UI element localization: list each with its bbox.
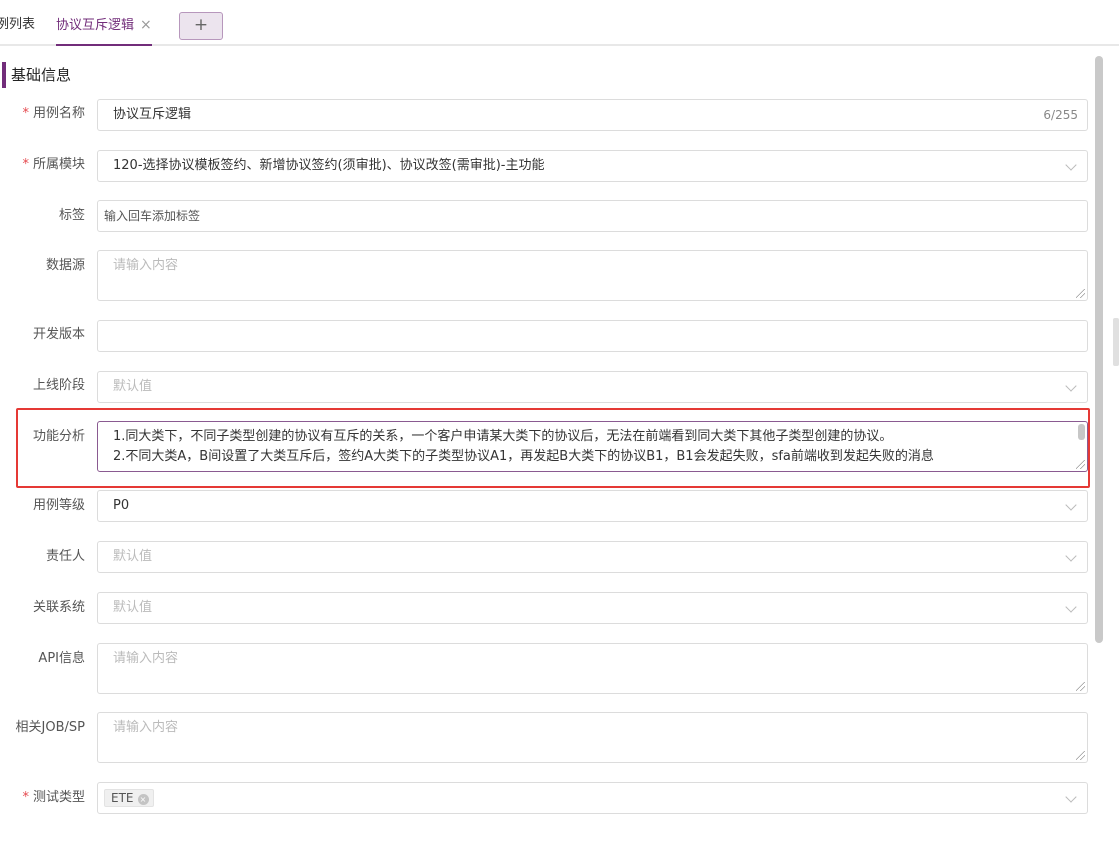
required-mark: * xyxy=(22,790,29,805)
systems-placeholder: 默认值 xyxy=(113,600,153,615)
job-label: 相关JOB/SP xyxy=(15,720,85,735)
stage-placeholder: 默认值 xyxy=(113,379,153,394)
api-label: API信息 xyxy=(38,651,85,666)
owner-placeholder: 默认值 xyxy=(113,549,153,564)
side-panel-handle[interactable] xyxy=(1113,318,1119,366)
api-textarea[interactable]: 请输入内容 xyxy=(97,643,1088,694)
resize-handle-icon[interactable] xyxy=(1076,289,1085,298)
char-counter: 6/255 xyxy=(1043,108,1078,122)
case-name-value: 协议互斥逻辑 xyxy=(113,107,192,122)
datasource-label: 数据源 xyxy=(45,258,85,273)
systems-select[interactable]: 默认值 xyxy=(97,592,1088,624)
resize-handle-icon[interactable] xyxy=(1076,682,1085,691)
owner-label: 责任人 xyxy=(45,549,85,564)
analysis-textarea[interactable]: 1.同大类下，不同子类型创建的协议有互斥的关系，一个客户申请某大类下的协议后，无… xyxy=(97,421,1088,472)
tab-label: 协议互斥逻辑 xyxy=(56,18,135,33)
section-title: 基础信息 xyxy=(11,66,72,84)
chevron-down-icon xyxy=(1065,499,1077,511)
name-label: * 用例名称 xyxy=(22,106,85,121)
datasource-textarea[interactable]: 请输入内容 xyxy=(97,250,1088,301)
page-scrollbar[interactable] xyxy=(1095,56,1103,643)
close-icon[interactable]: × xyxy=(140,17,152,33)
level-select[interactable]: P0 xyxy=(97,490,1088,522)
systems-label: 关联系统 xyxy=(32,600,85,615)
analysis-line: 2.不同大类A，B间设置了大类互斥后，签约A大类下的子类型协议A1，再发起B大类… xyxy=(113,449,934,464)
tags-input[interactable]: 输入回车添加标签 xyxy=(97,200,1088,232)
job-placeholder: 请输入内容 xyxy=(113,720,179,735)
required-mark: * xyxy=(22,106,29,121)
textarea-scrollbar[interactable] xyxy=(1078,424,1085,440)
add-tab-button[interactable]: + xyxy=(179,12,223,40)
test-type-chip: ETE × xyxy=(104,789,154,807)
tab-bar: 例列表 协议互斥逻辑 × + xyxy=(0,0,1119,46)
chevron-down-icon xyxy=(1065,601,1077,613)
tab-label: 例列表 xyxy=(0,17,36,32)
section-accent-bar xyxy=(2,62,6,88)
tags-placeholder: 输入回车添加标签 xyxy=(104,209,201,223)
resize-handle-icon[interactable] xyxy=(1076,751,1085,760)
analysis-line: 1.同大类下，不同子类型创建的协议有互斥的关系，一个客户申请某大类下的协议后，无… xyxy=(113,429,893,444)
level-label: 用例等级 xyxy=(32,498,85,513)
chevron-down-icon xyxy=(1065,791,1077,803)
level-value: P0 xyxy=(113,498,130,513)
module-value: 120-选择协议模板签约、新增协议签约(须审批)、协议改签(需审批)-主功能 xyxy=(113,158,545,173)
required-mark: * xyxy=(22,157,29,172)
datasource-placeholder: 请输入内容 xyxy=(113,258,179,273)
api-placeholder: 请输入内容 xyxy=(113,651,179,666)
job-textarea[interactable]: 请输入内容 xyxy=(97,712,1088,763)
tab-case-list[interactable]: 例列表 xyxy=(0,0,35,44)
chevron-down-icon xyxy=(1065,159,1077,171)
resize-handle-icon[interactable] xyxy=(1076,460,1085,469)
test-type-label: * 测试类型 xyxy=(22,790,85,805)
stage-select[interactable]: 默认值 xyxy=(97,371,1088,403)
case-name-input[interactable]: 协议互斥逻辑 6/255 xyxy=(97,99,1088,131)
tab-protocol-mutex[interactable]: 协议互斥逻辑 × xyxy=(56,0,152,46)
chevron-down-icon xyxy=(1065,550,1077,562)
stage-label: 上线阶段 xyxy=(32,378,85,393)
module-select[interactable]: 120-选择协议模板签约、新增协议签约(须审批)、协议改签(需审批)-主功能 xyxy=(97,150,1088,182)
owner-select[interactable]: 默认值 xyxy=(97,541,1088,573)
chevron-down-icon xyxy=(1065,380,1077,392)
module-label: * 所属模块 xyxy=(22,157,85,172)
chip-close-icon[interactable]: × xyxy=(137,794,149,805)
tags-label: 标签 xyxy=(58,208,85,223)
analysis-label: 功能分析 xyxy=(32,429,85,444)
test-type-select[interactable]: ETE × xyxy=(97,782,1088,814)
dev-version-input[interactable] xyxy=(97,320,1088,352)
dev-version-label: 开发版本 xyxy=(32,327,85,342)
